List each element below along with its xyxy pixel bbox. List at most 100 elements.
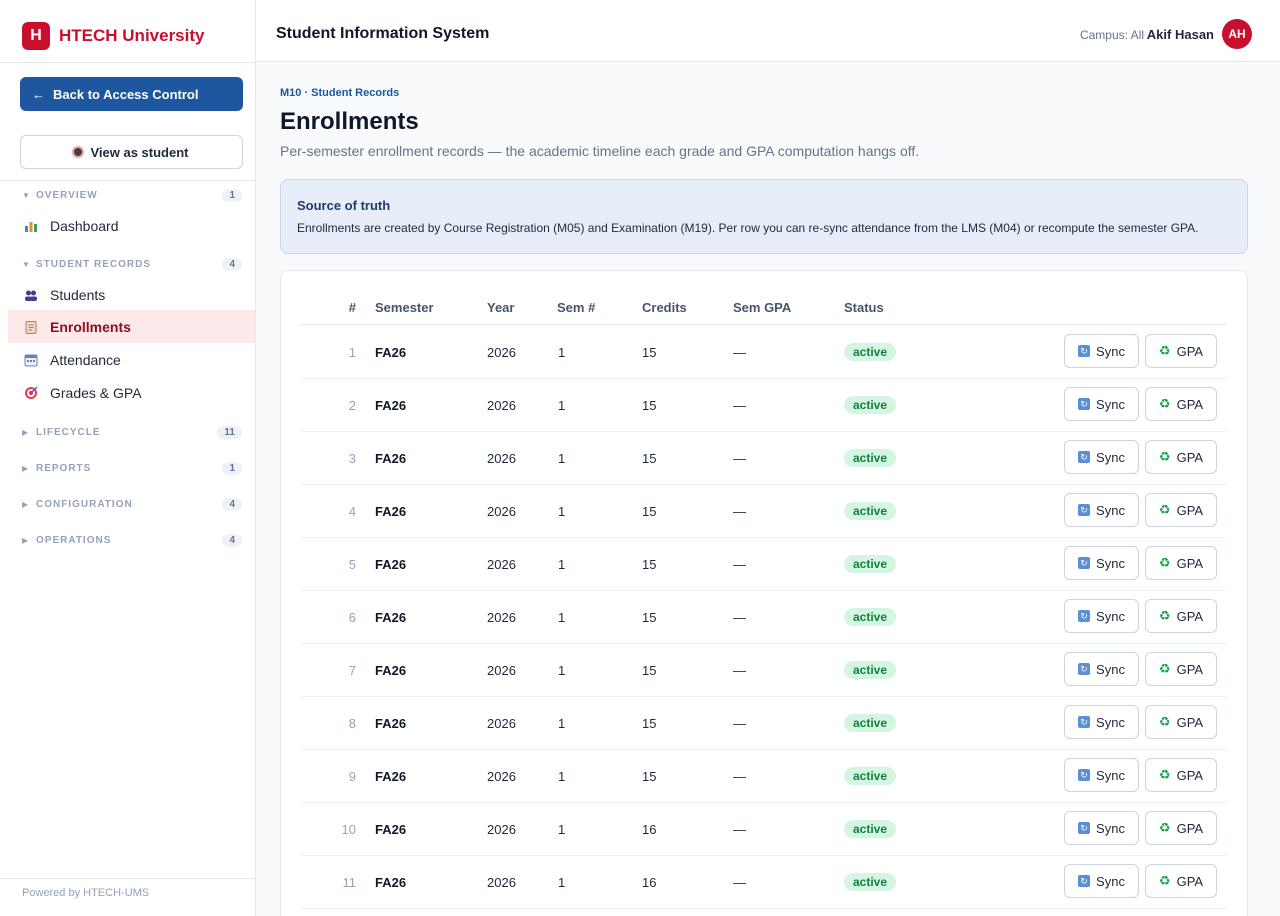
recompute-gpa-button[interactable]: ♻ GPA bbox=[1145, 758, 1217, 792]
campus-selector[interactable]: Campus: All bbox=[1080, 28, 1144, 42]
breadcrumb[interactable]: M10 · Student Records bbox=[280, 87, 399, 99]
semester-cell: FA26 bbox=[375, 822, 407, 837]
recompute-gpa-button[interactable]: ♻ GPA bbox=[1145, 811, 1217, 845]
sync-button[interactable]: ↻ Sync bbox=[1064, 652, 1139, 686]
sync-button[interactable]: ↻ Sync bbox=[1064, 493, 1139, 527]
recompute-gpa-button[interactable]: ♻ GPA bbox=[1145, 387, 1217, 421]
sync-icon: ↻ bbox=[1078, 663, 1091, 675]
sidebar-item-enrollments[interactable]: Enrollments bbox=[8, 310, 255, 343]
gpa-button-label: GPA bbox=[1176, 449, 1204, 465]
sync-button[interactable]: ↻ Sync bbox=[1064, 546, 1139, 580]
clipboard-icon bbox=[24, 320, 38, 334]
credits-cell: 16 bbox=[642, 875, 657, 890]
row-number: 3 bbox=[348, 451, 356, 466]
section-count: 4 bbox=[222, 497, 242, 511]
sync-button[interactable]: ↻ Sync bbox=[1064, 811, 1139, 845]
recompute-gpa-button[interactable]: ♻ GPA bbox=[1145, 864, 1217, 898]
recompute-gpa-button[interactable]: ♻ GPA bbox=[1145, 546, 1217, 580]
sem-number-cell: 1 bbox=[558, 769, 566, 784]
sem-gpa-cell: — bbox=[733, 610, 746, 625]
section-overview[interactable]: ▼ OVERVIEW 1 bbox=[22, 187, 242, 203]
recycle-icon: ♻ bbox=[1158, 502, 1171, 517]
row-number: 5 bbox=[348, 557, 356, 572]
recompute-gpa-button[interactable]: ♻ GPA bbox=[1145, 599, 1217, 633]
sem-number-cell: 1 bbox=[558, 345, 566, 360]
section-student-records[interactable]: ▼ STUDENT RECORDS 4 bbox=[22, 256, 242, 272]
caret-right-icon: ▶ bbox=[22, 535, 30, 545]
semester-cell: FA26 bbox=[375, 663, 407, 678]
recompute-gpa-button[interactable]: ♻ GPA bbox=[1145, 493, 1217, 527]
avatar[interactable]: AH bbox=[1222, 19, 1252, 49]
brand[interactable]: H HTECH University bbox=[22, 22, 204, 50]
section-count: 4 bbox=[222, 533, 242, 547]
year-cell: 2026 bbox=[487, 822, 516, 837]
recompute-gpa-button[interactable]: ♻ GPA bbox=[1145, 705, 1217, 739]
sync-button-label: Sync bbox=[1096, 714, 1125, 730]
sync-button[interactable]: ↻ Sync bbox=[1064, 864, 1139, 898]
credits-cell: 15 bbox=[642, 769, 657, 784]
row-number: 11 bbox=[342, 875, 357, 890]
sync-button[interactable]: ↻ Sync bbox=[1064, 599, 1139, 633]
sync-button[interactable]: ↻ Sync bbox=[1064, 387, 1139, 421]
semester-cell: FA26 bbox=[375, 769, 407, 784]
semester-cell: FA26 bbox=[375, 610, 407, 625]
user-name[interactable]: Akif Hasan bbox=[1147, 27, 1214, 42]
recompute-gpa-button[interactable]: ♻ GPA bbox=[1145, 334, 1217, 368]
gpa-button-label: GPA bbox=[1176, 767, 1204, 783]
sem-gpa-cell: — bbox=[733, 716, 746, 731]
column-header-status: Status bbox=[844, 300, 884, 315]
sync-icon: ↻ bbox=[1078, 345, 1091, 357]
sem-number-cell: 1 bbox=[558, 716, 566, 731]
sidebar-item-dashboard[interactable]: Dashboard bbox=[8, 209, 255, 242]
status-badge: active bbox=[844, 396, 897, 414]
semester-cell: FA26 bbox=[375, 504, 407, 519]
sem-gpa-cell: — bbox=[733, 504, 746, 519]
row-number: 8 bbox=[348, 716, 356, 731]
section-operations[interactable]: ▶ OPERATIONS 4 bbox=[22, 532, 242, 548]
gpa-button-label: GPA bbox=[1176, 714, 1204, 730]
sync-icon: ↻ bbox=[1078, 451, 1091, 463]
sem-gpa-cell: — bbox=[733, 451, 746, 466]
sem-gpa-cell: — bbox=[733, 663, 746, 678]
caret-down-icon: ▼ bbox=[22, 259, 31, 269]
sync-button[interactable]: ↻ Sync bbox=[1064, 334, 1139, 368]
back-to-access-control-button[interactable]: ← Back to Access Control bbox=[20, 77, 243, 111]
section-reports[interactable]: ▶ REPORTS 1 bbox=[22, 460, 242, 476]
sem-gpa-cell: — bbox=[733, 875, 746, 890]
table-row: 10 FA26 2026 1 16 — active ↻ Sync ♻ GPA bbox=[300, 803, 1227, 856]
callout-title: Source of truth bbox=[297, 198, 391, 213]
credits-cell: 15 bbox=[642, 557, 657, 572]
status-badge: active bbox=[844, 714, 897, 732]
powered-by-text: Powered by HTECH-UMS bbox=[22, 887, 150, 899]
section-count: 4 bbox=[222, 257, 242, 271]
section-configuration[interactable]: ▶ CONFIGURATION 4 bbox=[22, 496, 242, 512]
sidebar-item-students[interactable]: Students bbox=[8, 278, 255, 311]
sem-number-cell: 1 bbox=[558, 451, 566, 466]
year-cell: 2026 bbox=[487, 716, 516, 731]
sync-button[interactable]: ↻ Sync bbox=[1064, 758, 1139, 792]
sync-button-label: Sync bbox=[1096, 449, 1125, 465]
column-header-year: Year bbox=[487, 300, 515, 315]
sync-button[interactable]: ↻ Sync bbox=[1064, 705, 1139, 739]
recompute-gpa-button[interactable]: ♻ GPA bbox=[1145, 440, 1217, 474]
table-header: # Semester Year Sem # Credits Sem GPA St… bbox=[300, 292, 1227, 325]
table-row: 3 FA26 2026 1 15 — active ↻ Sync ♻ GPA bbox=[300, 432, 1227, 485]
sidebar-item-attendance[interactable]: Attendance bbox=[8, 343, 255, 376]
view-as-student-button[interactable]: View as student bbox=[20, 135, 243, 169]
recompute-gpa-button[interactable]: ♻ GPA bbox=[1145, 652, 1217, 686]
sync-button-label: Sync bbox=[1096, 608, 1125, 624]
sidebar-item-grades-gpa[interactable]: Grades & GPA bbox=[8, 376, 255, 409]
row-number: 1 bbox=[348, 345, 356, 360]
table-row: 4 FA26 2026 1 15 — active ↻ Sync ♻ GPA bbox=[300, 485, 1227, 538]
brand-logo: H bbox=[22, 22, 50, 50]
semester-cell: FA26 bbox=[375, 451, 407, 466]
sync-button[interactable]: ↻ Sync bbox=[1064, 440, 1139, 474]
caret-right-icon: ▶ bbox=[22, 463, 30, 473]
sync-button-label: Sync bbox=[1096, 767, 1125, 783]
sync-icon: ↻ bbox=[1078, 769, 1091, 781]
recycle-icon: ♻ bbox=[1158, 555, 1171, 570]
recycle-icon: ♻ bbox=[1158, 820, 1171, 835]
row-number: 6 bbox=[348, 610, 356, 625]
section-lifecycle[interactable]: ▶ LIFECYCLE 11 bbox=[22, 424, 242, 440]
credits-cell: 15 bbox=[642, 663, 657, 678]
